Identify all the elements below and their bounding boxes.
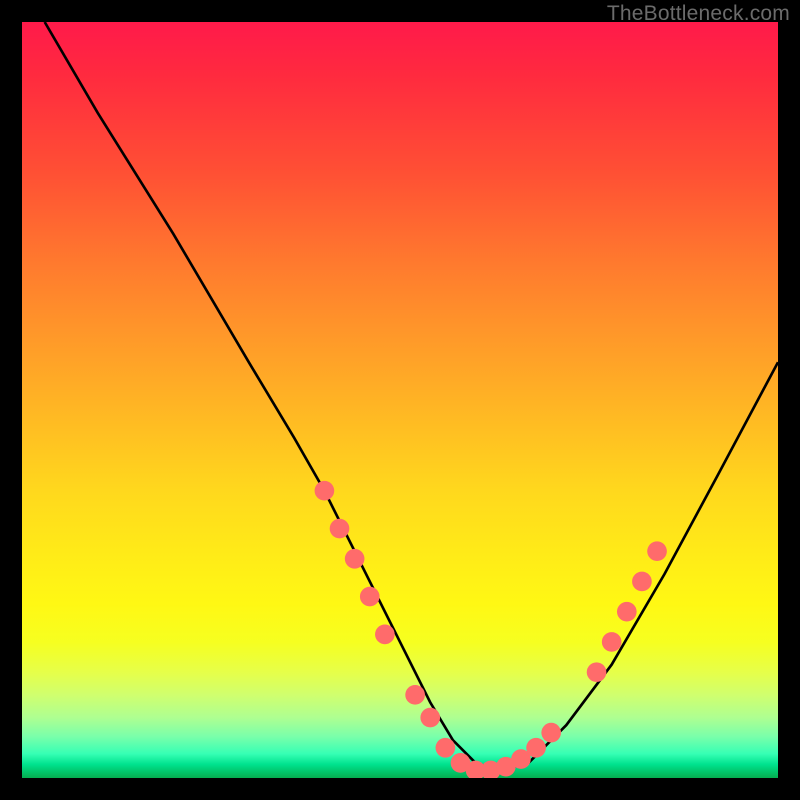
chart-frame: TheBottleneck.com <box>0 0 800 800</box>
plot-background-gradient <box>22 22 778 778</box>
watermark-text: TheBottleneck.com <box>607 2 790 26</box>
